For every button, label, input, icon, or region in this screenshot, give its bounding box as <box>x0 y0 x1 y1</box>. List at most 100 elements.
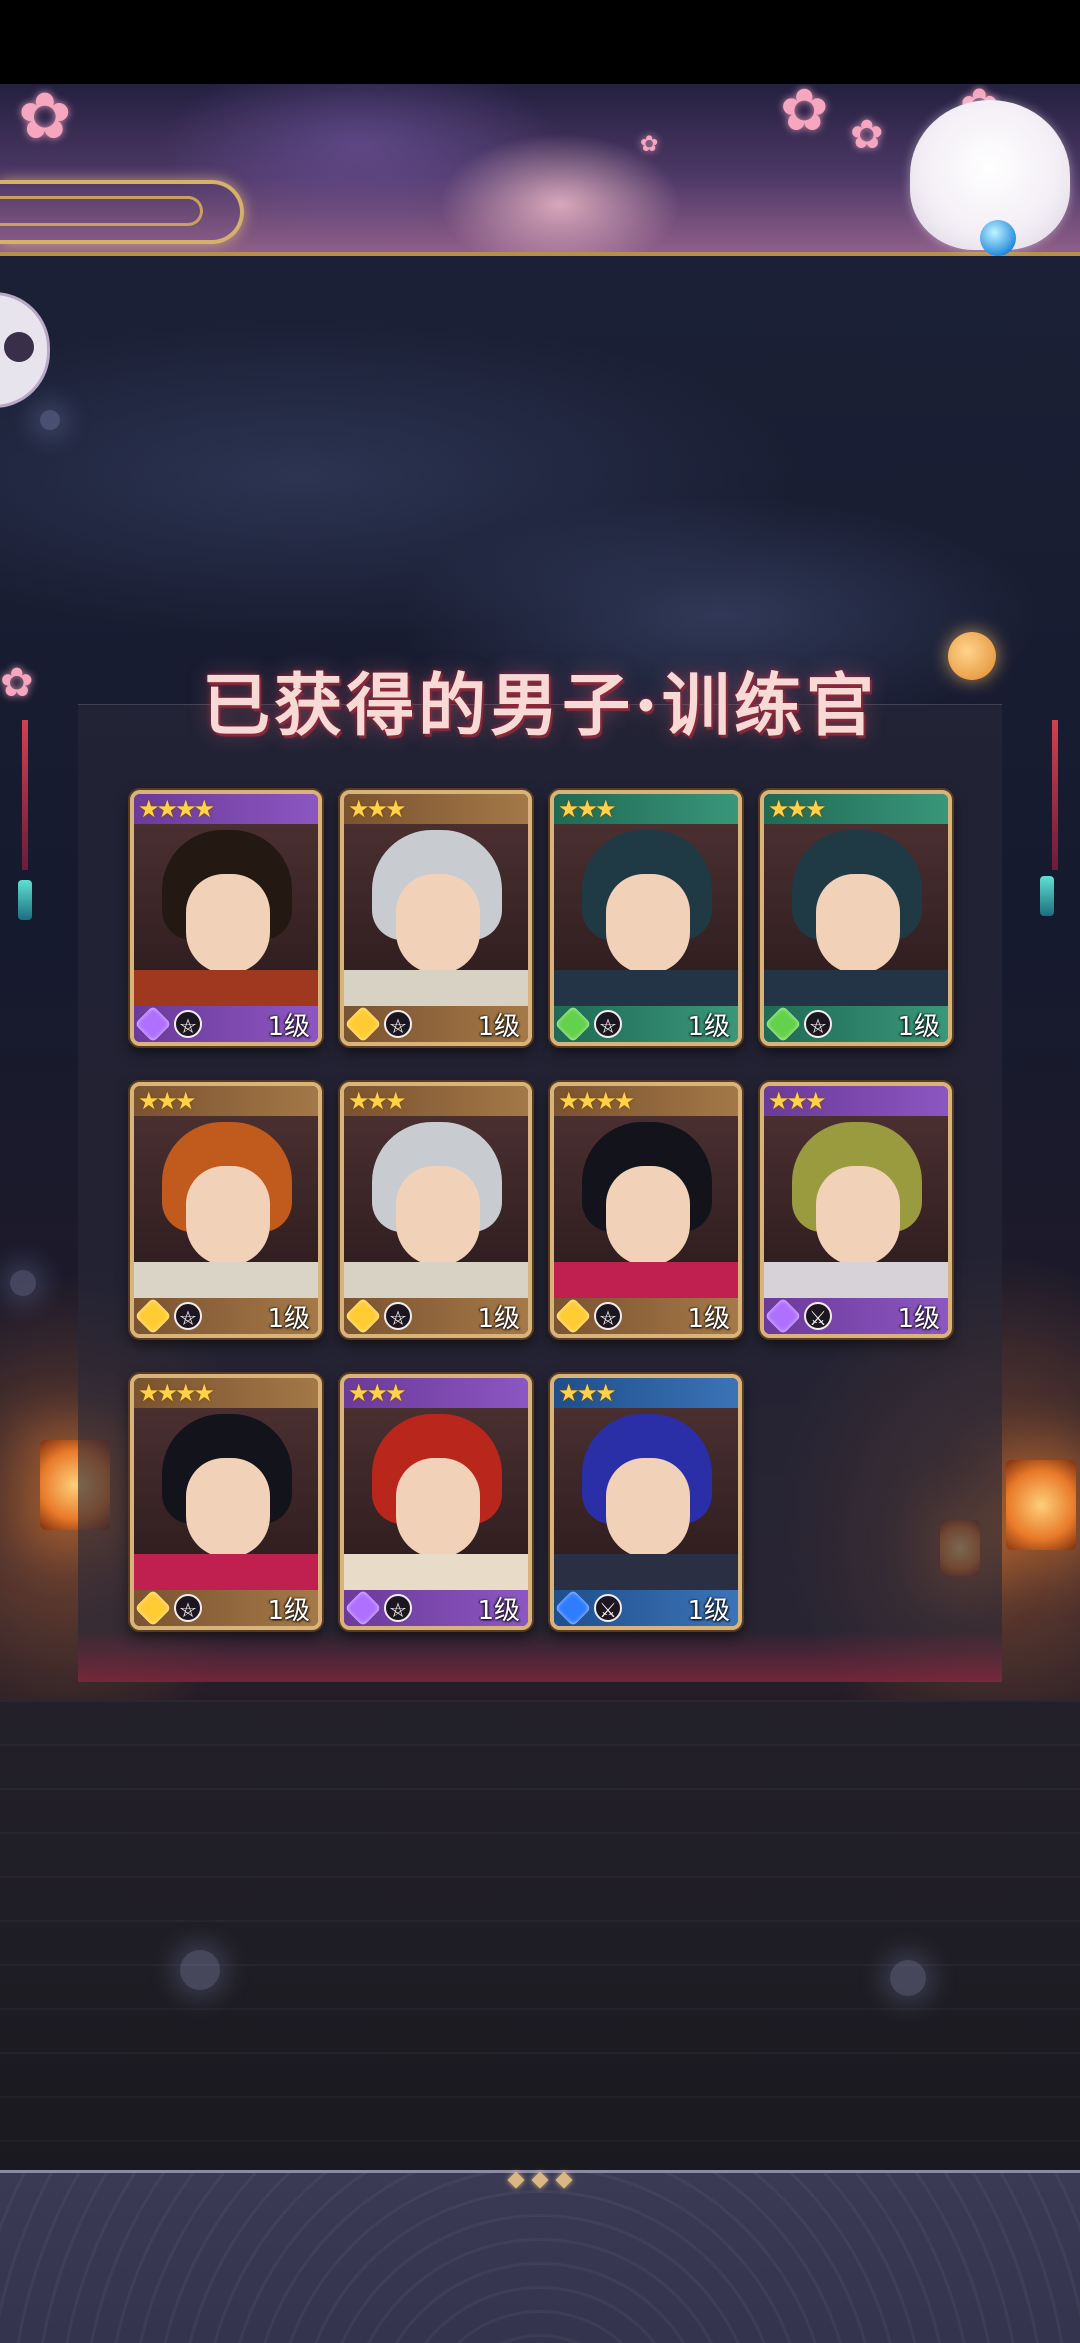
star-rating: ★★★★ <box>138 1379 215 1407</box>
portrait-face <box>396 1458 480 1558</box>
level-label: 1级 <box>687 1595 730 1626</box>
character-portrait <box>764 824 948 1010</box>
trainer-card[interactable]: ★★★★ ⛤ 1级 <box>130 1374 322 1630</box>
stone-road <box>0 1700 1080 2170</box>
bottom-band <box>0 2170 1080 2343</box>
portrait-face <box>186 1458 270 1558</box>
portrait-face <box>606 874 690 974</box>
sakura-icon: ✿ <box>780 84 829 144</box>
card-rarity-bar: ★★★★ <box>134 794 318 824</box>
yellow-gem-icon <box>344 1297 382 1334</box>
card-info-bar: ⛤ 1级 <box>554 1297 738 1334</box>
panel-glow <box>78 1630 1002 1682</box>
star-rating: ★★★ <box>348 1379 407 1407</box>
lantern-icon <box>1006 1460 1076 1550</box>
light-orb <box>180 1950 220 1990</box>
card-rarity-bar: ★★★ <box>134 1086 318 1116</box>
trainer-card[interactable]: ★★★ ⚔ 1级 <box>760 1082 952 1338</box>
page-title: 已获得的男子·训练官 <box>202 666 878 746</box>
tassel-right <box>1040 876 1054 916</box>
gold-scroll-ornament-inner <box>0 196 203 226</box>
light-orb <box>890 1960 926 1996</box>
card-info-bar: ⚔ 1级 <box>554 1589 738 1626</box>
yellow-gem-icon <box>344 1005 382 1042</box>
yellow-gem-icon <box>134 1297 172 1334</box>
trainer-card[interactable]: ★★★★ ⛤ 1级 <box>130 790 322 1046</box>
card-rarity-bar: ★★★ <box>554 794 738 824</box>
trainer-card[interactable]: ★★★ ⛤ 1级 <box>550 790 742 1046</box>
purple-gem-icon <box>134 1005 172 1042</box>
portrait-face <box>816 874 900 974</box>
star-rating: ★★★ <box>558 1379 617 1407</box>
pentagram-icon: ⛤ <box>174 1594 202 1622</box>
trainer-card[interactable]: ★★★ ⛤ 1级 <box>130 1082 322 1338</box>
pentagram-icon: ⛤ <box>594 1010 622 1038</box>
portrait-collar <box>554 970 738 1010</box>
yellow-gem-icon <box>134 1589 172 1626</box>
tassel-left <box>18 880 32 920</box>
portrait-face <box>606 1458 690 1558</box>
character-portrait <box>344 1116 528 1302</box>
yellow-gem-icon <box>554 1297 592 1334</box>
card-rarity-bar: ★★★ <box>764 1086 948 1116</box>
portrait-collar <box>764 1262 948 1302</box>
card-info-bar: ⛤ 1级 <box>344 1005 528 1042</box>
card-info-bar: ⛤ 1级 <box>134 1005 318 1042</box>
card-rarity-bar: ★★★ <box>554 1378 738 1408</box>
page-dot <box>531 2171 549 2189</box>
card-info-bar: ⛤ 1级 <box>344 1297 528 1334</box>
character-portrait <box>764 1116 948 1302</box>
side-menu-icon <box>4 332 34 362</box>
page-dot <box>507 2171 525 2189</box>
character-portrait <box>134 824 318 1010</box>
trainer-card[interactable]: ★★★ ⛤ 1级 <box>760 790 952 1046</box>
star-rating: ★★★★ <box>558 1087 635 1115</box>
pentagram-icon: ⛤ <box>594 1302 622 1330</box>
star-rating: ★★★ <box>348 1087 407 1115</box>
trainer-card[interactable]: ★★★★ ⛤ 1级 <box>550 1082 742 1338</box>
character-portrait <box>554 824 738 1010</box>
card-rarity-bar: ★★★ <box>344 794 528 824</box>
pentagram-icon: ⛤ <box>384 1010 412 1038</box>
trainer-card[interactable]: ★★★ ⛤ 1级 <box>340 1082 532 1338</box>
star-rating: ★★★ <box>348 795 407 823</box>
star-rating: ★★★ <box>138 1087 197 1115</box>
character-portrait <box>344 1408 528 1594</box>
portrait-collar <box>134 1262 318 1302</box>
trainer-card[interactable]: ★★★ ⛤ 1级 <box>340 790 532 1046</box>
trainer-card[interactable]: ★★★ ⚔ 1级 <box>550 1374 742 1630</box>
portrait-face <box>606 1166 690 1266</box>
character-portrait <box>134 1408 318 1594</box>
level-label: 1级 <box>267 1595 310 1626</box>
pentagram-icon: ⛤ <box>174 1302 202 1330</box>
character-portrait <box>554 1408 738 1594</box>
portrait-collar <box>344 1554 528 1594</box>
mascot-orb <box>980 220 1016 256</box>
light-orb <box>10 1270 36 1296</box>
card-info-bar: ⛤ 1级 <box>764 1005 948 1042</box>
light-orb <box>40 410 60 430</box>
crossed-swords-icon: ⚔ <box>804 1302 832 1330</box>
level-label: 1级 <box>897 1303 940 1334</box>
card-rarity-bar: ★★★ <box>344 1378 528 1408</box>
star-rating: ★★★ <box>558 795 617 823</box>
card-info-bar: ⚔ 1级 <box>764 1297 948 1334</box>
portrait-collar <box>344 1262 528 1302</box>
portrait-face <box>816 1166 900 1266</box>
card-rarity-bar: ★★★★ <box>554 1086 738 1116</box>
portrait-collar <box>554 1262 738 1302</box>
level-label: 1级 <box>477 1011 520 1042</box>
card-info-bar: ⛤ 1级 <box>134 1589 318 1626</box>
pentagram-icon: ⛤ <box>804 1010 832 1038</box>
pentagram-icon: ⛤ <box>384 1302 412 1330</box>
portrait-collar <box>344 970 528 1010</box>
level-label: 1级 <box>267 1303 310 1334</box>
level-label: 1级 <box>477 1595 520 1626</box>
trainer-card[interactable]: ★★★ ⛤ 1级 <box>340 1374 532 1630</box>
page-indicator <box>507 2170 573 2190</box>
purple-gem-icon <box>344 1589 382 1626</box>
purple-gem-icon <box>764 1297 802 1334</box>
card-info-bar: ⛤ 1级 <box>134 1297 318 1334</box>
star-rating: ★★★ <box>768 1087 827 1115</box>
portrait-collar <box>764 970 948 1010</box>
